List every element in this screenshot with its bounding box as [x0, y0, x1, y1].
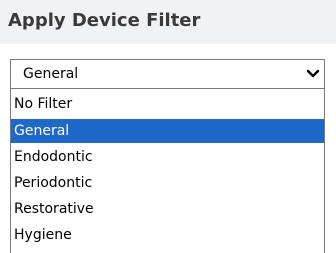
option-hygiene[interactable]: Hygiene — [11, 223, 324, 247]
device-filter-panel: Apply Device Filter General No Filter Ge… — [0, 0, 336, 253]
device-filter-select[interactable]: General — [10, 59, 325, 89]
option-periodontic[interactable]: Periodontic — [11, 171, 324, 195]
option-endodontic[interactable]: Endodontic — [11, 145, 324, 169]
select-current-value: General — [23, 66, 79, 82]
option-general[interactable]: General — [11, 119, 324, 143]
page-title: Apply Device Filter — [8, 10, 201, 31]
chevron-down-icon[interactable] — [306, 68, 320, 80]
option-restorative[interactable]: Restorative — [11, 197, 324, 221]
title-bar: Apply Device Filter — [0, 0, 336, 44]
option-no-filter[interactable]: No Filter — [11, 92, 324, 116]
dropdown-list: No Filter General Endodontic Periodontic… — [10, 89, 325, 253]
